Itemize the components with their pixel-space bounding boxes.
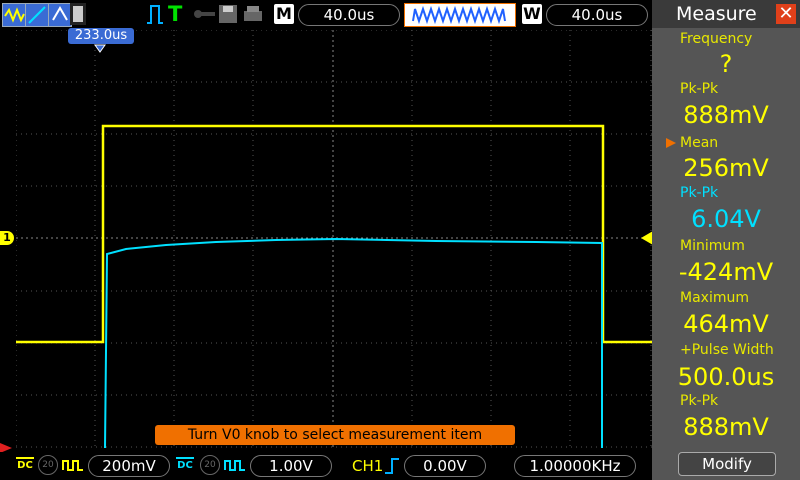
close-button[interactable]: ✕ xyxy=(776,4,796,24)
ch2-bw-limit-icon[interactable]: 20 xyxy=(200,455,220,475)
measure-item-value[interactable]: 464mV xyxy=(652,310,800,338)
trigger-position-icon xyxy=(94,44,106,53)
rising-edge-icon[interactable] xyxy=(384,457,400,475)
measure-item-label: +Pulse Width xyxy=(680,342,774,358)
main-timebase[interactable]: 40.0us xyxy=(298,4,400,26)
hint-banner: Turn V0 knob to select measurement item xyxy=(155,425,515,445)
measure-item-label: Minimum xyxy=(680,238,745,254)
measure-item-value[interactable]: 256mV xyxy=(652,154,800,182)
top-toolbar: T M 40.0us W 40.0us xyxy=(0,0,652,28)
measure-item-value[interactable]: 500.0us xyxy=(652,363,800,391)
ch1-wave-icon[interactable] xyxy=(2,3,26,27)
ch1-bw-limit-icon[interactable]: 20 xyxy=(38,455,58,475)
window-label: W xyxy=(522,4,542,24)
ch2-wave-icon[interactable] xyxy=(25,3,49,27)
ref-icon[interactable] xyxy=(70,3,86,25)
ch2-coupling[interactable]: DC xyxy=(176,457,194,471)
modify-button[interactable]: Modify xyxy=(678,452,776,476)
status-bar: DC 20 200mV DC 20 1.00V CH1 0.00V 1.0000… xyxy=(0,452,652,480)
save-icon[interactable] xyxy=(218,3,238,25)
measure-panel-header: Measure ✕ xyxy=(652,0,800,28)
print-icon[interactable] xyxy=(242,3,264,25)
measure-item-label: Frequency xyxy=(680,31,753,47)
measure-item-label: Maximum xyxy=(680,290,749,306)
trigger-time-badge: 233.0us xyxy=(68,28,134,44)
ch2-waveform xyxy=(104,237,603,448)
measure-item-label-selected: Mean xyxy=(652,135,800,151)
graticule xyxy=(16,30,652,448)
measure-item-value[interactable]: 6.04V xyxy=(652,205,800,233)
ch1-scale[interactable]: 200mV xyxy=(88,455,170,477)
measure-item-value[interactable]: -424mV xyxy=(652,258,800,286)
measure-item-value[interactable]: ? xyxy=(652,50,800,78)
measure-item-label: Pk-Pk xyxy=(680,81,719,97)
frequency-counter: 1.00000KHz xyxy=(514,455,636,477)
pulse-trigger-icon[interactable] xyxy=(146,3,164,25)
trigger-level[interactable]: 0.00V xyxy=(404,455,486,477)
measure-panel: Measure ✕ Frequency ? Pk-Pk 888mV Mean 2… xyxy=(652,0,800,480)
trigger-mode-label: T xyxy=(168,2,183,26)
ch2-probe-icon xyxy=(224,460,245,471)
ch1-level-marker[interactable]: 1 xyxy=(0,231,14,245)
measure-item-value[interactable]: 888mV xyxy=(652,413,800,441)
key-icon xyxy=(192,3,218,25)
window-timebase[interactable]: 40.0us xyxy=(546,4,648,26)
math-wave-icon[interactable] xyxy=(48,3,72,27)
trigger-source[interactable]: CH1 xyxy=(352,456,383,476)
window-waveform-preview[interactable] xyxy=(404,3,516,27)
memory-label: M xyxy=(274,4,294,24)
ch1-probe-icon xyxy=(62,460,83,471)
ch2-scale[interactable]: 1.00V xyxy=(250,455,332,477)
waveform-display[interactable] xyxy=(16,30,652,448)
measure-item-value[interactable]: 888mV xyxy=(652,101,800,129)
ch1-coupling[interactable]: DC xyxy=(16,457,34,471)
ch1-waveform xyxy=(16,124,652,344)
selection-arrow-icon xyxy=(666,138,676,148)
measure-item-label: Pk-Pk xyxy=(680,185,719,201)
measure-item-label: Pk-Pk xyxy=(680,393,719,409)
measure-panel-title: Measure xyxy=(676,3,757,25)
